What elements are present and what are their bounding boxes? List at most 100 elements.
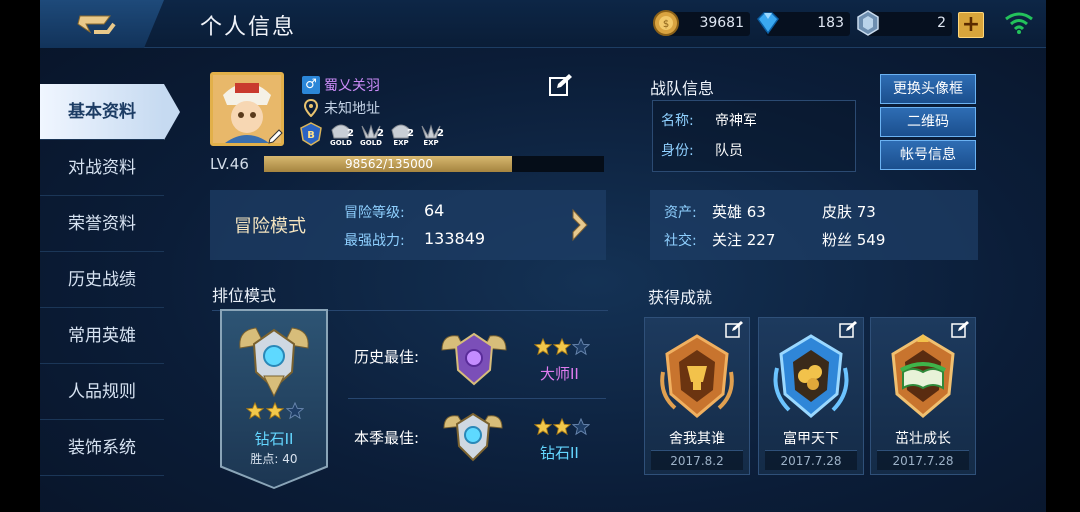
adventure-mode-title: 冒险模式 xyxy=(234,216,306,237)
season-rank-name: 钻石II xyxy=(540,444,579,462)
gold-badge-icon[interactable]: 2 GOLD xyxy=(358,122,384,147)
current-rank-name: 钻石II xyxy=(254,430,294,448)
edit-profile-icon[interactable] xyxy=(548,73,574,97)
star-filled-icon xyxy=(553,418,571,436)
sidebar-item-honor-info[interactable]: 荣誉资料 xyxy=(40,196,164,252)
adventure-level-label: 冒险等级: xyxy=(344,205,405,221)
achievement-date: 2017.8.2 xyxy=(651,450,743,470)
rank-points: 胜点: 40 xyxy=(220,450,328,467)
location-text: 未知地址 xyxy=(324,101,380,117)
exp-badge-icon[interactable]: 2 EXP xyxy=(388,122,414,147)
season-best-label: 本季最佳: xyxy=(354,429,420,447)
sidebar-item-history[interactable]: 历史战绩 xyxy=(40,252,164,308)
stats-panel: 资产: 英雄 63 皮肤 73 社交: 关注 227 粉丝 549 xyxy=(650,190,978,260)
diamond-value: 183 xyxy=(817,15,844,31)
gold-badge-icon[interactable]: 2 GOLD xyxy=(328,122,354,147)
svg-text:2: 2 xyxy=(407,128,414,139)
sidebar-item-decoration[interactable]: 装饰系统 xyxy=(40,420,164,476)
achievement-card[interactable]: 茁壮成长 2017.7.28 xyxy=(870,317,976,475)
sidebar-item-basic-info[interactable]: 基本资料 xyxy=(40,84,180,140)
badge-label: EXP xyxy=(393,139,409,147)
exp-badge-icon[interactable]: 2 EXP xyxy=(418,122,444,147)
heroes-count: 英雄 63 xyxy=(712,203,766,221)
skins-count: 皮肤 73 xyxy=(822,203,876,221)
history-best-label: 历史最佳: xyxy=(354,348,420,366)
badge-label: GOLD xyxy=(330,139,352,147)
svg-text:B: B xyxy=(307,130,315,141)
location-pin-icon xyxy=(304,99,318,117)
achievement-card[interactable]: 富甲天下 2017.7.28 xyxy=(758,317,864,475)
assets-label: 资产: xyxy=(664,205,697,221)
team-role-value: 队员 xyxy=(715,143,743,159)
rank-points-label: 胜点: xyxy=(250,452,279,466)
player-level: LV.46 xyxy=(210,155,249,173)
social-label: 社交: xyxy=(664,233,697,249)
ticket-value: 2 xyxy=(937,15,946,31)
adventure-level-value: 64 xyxy=(424,201,445,220)
player-name: 蜀乂关羽 xyxy=(324,78,380,94)
back-button[interactable] xyxy=(40,0,164,48)
team-name-value: 帝神军 xyxy=(715,113,757,129)
team-info-title: 战队信息 xyxy=(650,79,715,98)
sidebar-item-battle-info[interactable]: 对战资料 xyxy=(40,140,164,196)
change-avatar-frame-button[interactable]: 更换头像框 xyxy=(880,74,976,104)
team-name-label: 名称: xyxy=(661,113,694,129)
green-book-medal-icon xyxy=(891,334,955,418)
rank-points-value: 40 xyxy=(282,452,298,466)
svg-text:2: 2 xyxy=(347,128,354,139)
star-filled-icon xyxy=(553,338,571,356)
sidebar-item-reputation-rules[interactable]: 人品规则 xyxy=(40,364,164,420)
star-empty-icon xyxy=(572,338,590,356)
ticket-counter: 2 xyxy=(857,10,952,36)
star-empty-icon xyxy=(572,418,590,436)
fans-count[interactable]: 粉丝 549 xyxy=(822,229,885,250)
page-title: 个人信息 xyxy=(200,15,297,40)
wifi-icon xyxy=(1005,12,1033,34)
screen-edge-left xyxy=(0,0,40,512)
back-arrow-icon xyxy=(77,15,116,34)
history-rank-name: 大师II xyxy=(540,365,579,383)
badge-row: B 2 GOLD 2 GOLD 2 EXP 2 EXP xyxy=(298,122,444,147)
diamond-icon xyxy=(757,12,779,35)
sidebar-item-label: 荣誉资料 xyxy=(68,214,136,234)
achievement-card[interactable]: 舍我其谁 2017.8.2 xyxy=(644,317,750,475)
svg-text:2: 2 xyxy=(377,128,384,139)
avatar-edit-icon[interactable] xyxy=(266,126,286,146)
sidebar-item-label: 人品规则 xyxy=(68,382,136,402)
coin-counter: $ 39681 xyxy=(653,10,750,36)
coin-value: 39681 xyxy=(699,15,744,31)
divider xyxy=(348,398,606,399)
max-power-value: 133849 xyxy=(424,229,486,248)
vip-shield-icon[interactable]: B xyxy=(298,122,324,146)
achievements-title: 获得成就 xyxy=(648,288,713,307)
top-bar: 个人信息 $ 39681 183 2 + xyxy=(40,0,1046,48)
sidebar: 基本资料 对战资料 荣誉资料 历史战绩 常用英雄 人品规则 装饰系统 xyxy=(40,84,180,476)
gold-coin-icon: $ xyxy=(653,10,679,36)
svg-text:$: $ xyxy=(663,19,669,30)
achievement-name: 舍我其谁 xyxy=(669,431,725,447)
season-rank-stars xyxy=(534,418,590,436)
crystal-ticket-icon xyxy=(857,10,879,36)
sidebar-item-label: 历史战绩 xyxy=(68,270,136,290)
diamond-counter: 183 xyxy=(757,12,850,36)
achievement-date: 2017.7.28 xyxy=(877,450,969,470)
star-filled-icon xyxy=(534,418,552,436)
badge-label: EXP xyxy=(423,139,439,147)
xp-progress-bar: 98562/135000 xyxy=(264,156,604,172)
team-role-label: 身份: xyxy=(661,143,694,159)
master-rank-emblem-icon xyxy=(441,332,507,386)
recharge-plus-button[interactable]: + xyxy=(958,12,984,38)
chevron-right-icon[interactable] xyxy=(570,208,590,242)
following-count[interactable]: 关注 227 xyxy=(712,229,775,250)
sidebar-item-label: 装饰系统 xyxy=(68,438,136,458)
history-rank-stars xyxy=(534,338,590,356)
badge-label: GOLD xyxy=(360,139,382,147)
qr-code-button[interactable]: 二维码 xyxy=(880,107,976,137)
adventure-mode-panel[interactable]: 冒险模式 冒险等级: 64 最强战力: 133849 xyxy=(210,190,606,260)
xp-progress-text: 98562/135000 xyxy=(344,157,434,171)
account-info-button[interactable]: 帐号信息 xyxy=(880,140,976,170)
sidebar-item-label: 对战资料 xyxy=(68,158,136,178)
team-info-box: 名称: 帝神军 身份: 队员 xyxy=(652,100,856,172)
achievement-date: 2017.7.28 xyxy=(765,450,857,470)
sidebar-item-common-heroes[interactable]: 常用英雄 xyxy=(40,308,164,364)
